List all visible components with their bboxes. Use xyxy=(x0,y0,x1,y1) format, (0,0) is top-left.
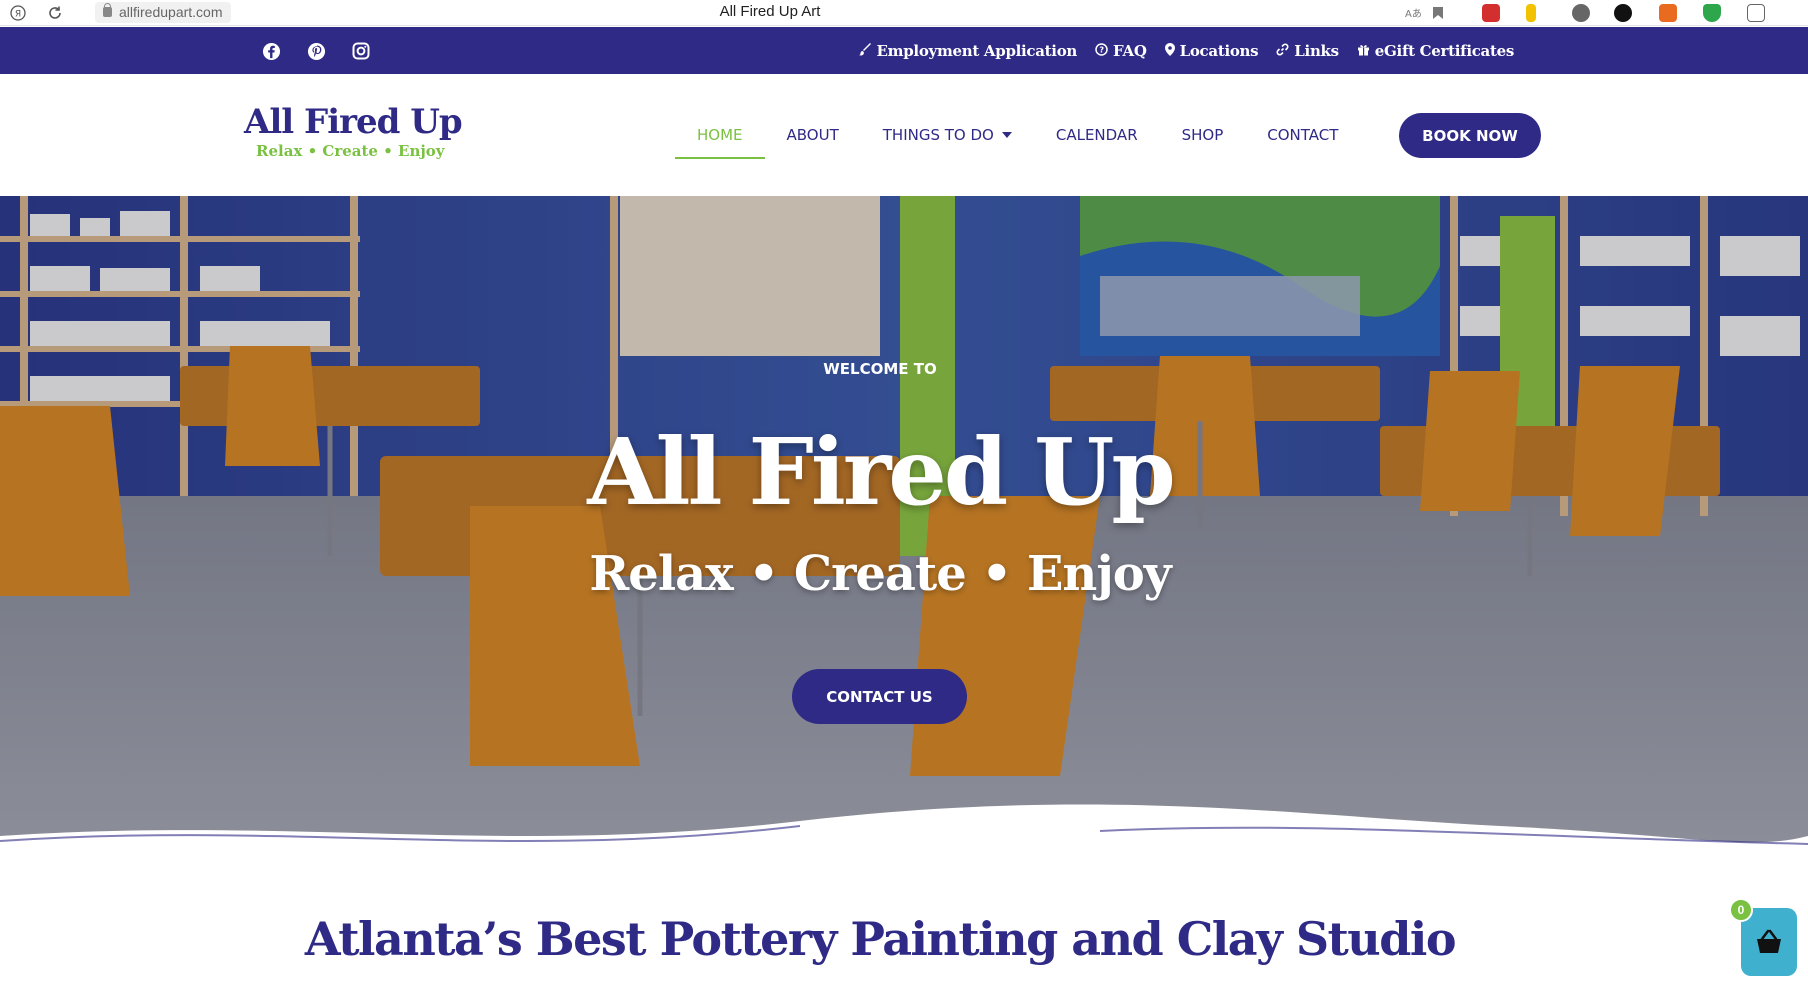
employment-application-link[interactable]: Employment Application xyxy=(858,41,1078,60)
hero-welcome: WELCOME TO xyxy=(823,360,937,378)
extension-vk-icon[interactable] xyxy=(1614,4,1632,22)
cart-count-badge: 0 xyxy=(1729,898,1753,922)
links-label: Links xyxy=(1294,41,1339,60)
book-now-button[interactable]: BOOK NOW xyxy=(1399,113,1541,158)
locations-link[interactable]: Locations xyxy=(1164,41,1259,60)
links-link[interactable]: Links xyxy=(1276,42,1339,60)
svg-text:?: ? xyxy=(1099,45,1104,54)
brush-icon xyxy=(858,42,872,59)
contact-us-button[interactable]: CONTACT US xyxy=(792,669,967,724)
nav-about[interactable]: ABOUT xyxy=(765,111,861,159)
employment-application-label: Employment Application xyxy=(876,41,1078,60)
utility-links: Employment Application ? FAQ Locations L… xyxy=(858,27,1514,74)
faq-label: FAQ xyxy=(1113,41,1147,60)
nav-home-label: HOME xyxy=(697,126,743,144)
logo-title: All Fired Up xyxy=(244,102,463,142)
extensions-puzzle-icon[interactable] xyxy=(1747,4,1765,22)
nav-contact[interactable]: CONTACT xyxy=(1245,111,1360,159)
nav-things-to-do[interactable]: THINGS TO DO xyxy=(861,111,1034,159)
site-logo[interactable]: All Fired Up Relax • Create • Enjoy xyxy=(244,102,463,160)
translate-icon[interactable]: Aあ xyxy=(1403,3,1423,23)
extension-red-icon[interactable] xyxy=(1482,4,1500,22)
faq-link[interactable]: ? FAQ xyxy=(1095,42,1147,60)
bookmark-icon[interactable] xyxy=(1428,3,1448,23)
main-nav: HOME ABOUT THINGS TO DO CALENDAR SHOP CO… xyxy=(675,74,1360,196)
nav-shop[interactable]: SHOP xyxy=(1160,111,1246,159)
hero-subtitle: Relax • Create • Enjoy xyxy=(589,546,1171,602)
extension-yellow-icon[interactable] xyxy=(1526,4,1536,22)
nav-things-to-do-label: THINGS TO DO xyxy=(882,126,994,144)
extension-orange-icon[interactable] xyxy=(1659,4,1677,22)
nav-calendar-label: CALENDAR xyxy=(1055,126,1138,144)
egift-certificates-label: eGift Certificates xyxy=(1374,41,1515,60)
extension-shield-icon[interactable] xyxy=(1703,4,1721,22)
top-utility-bar: Employment Application ? FAQ Locations L… xyxy=(0,27,1808,74)
browser-toolbar: Я allfiredupart.com All Fired Up Art Aあ xyxy=(0,0,1808,26)
hero-overlay xyxy=(0,196,1808,886)
svg-text:Aあ: Aあ xyxy=(1405,8,1421,20)
locations-label: Locations xyxy=(1179,41,1259,60)
egift-certificates-link[interactable]: eGift Certificates xyxy=(1357,42,1514,60)
map-pin-icon xyxy=(1164,42,1175,59)
hero-title: All Fired Up xyxy=(587,418,1176,526)
nav-home[interactable]: HOME xyxy=(675,111,765,159)
facebook-icon[interactable] xyxy=(261,41,281,61)
site-header: All Fired Up Relax • Create • Enjoy HOME… xyxy=(0,74,1808,196)
caret-down-icon xyxy=(1001,132,1012,138)
nav-about-label: ABOUT xyxy=(786,126,839,144)
hero-section: WELCOME TO All Fired Up Relax • Create •… xyxy=(0,196,1808,886)
link-icon xyxy=(1276,43,1289,59)
gift-icon xyxy=(1357,43,1370,59)
pinterest-icon[interactable] xyxy=(306,41,326,61)
basket-icon xyxy=(1757,929,1781,953)
nav-contact-label: CONTACT xyxy=(1267,126,1339,144)
section-heading: Atlanta’s Best Pottery Painting and Clay… xyxy=(304,912,1457,966)
nav-shop-label: SHOP xyxy=(1181,126,1224,144)
question-icon: ? xyxy=(1095,42,1108,59)
nav-calendar[interactable]: CALENDAR xyxy=(1034,111,1160,159)
hero-wave-divider xyxy=(0,804,1808,886)
logo-tagline: Relax • Create • Enjoy xyxy=(256,142,445,160)
instagram-icon[interactable] xyxy=(351,41,371,61)
extension-bulb-icon[interactable] xyxy=(1572,4,1590,22)
page-tab-title: All Fired Up Art xyxy=(719,3,821,20)
